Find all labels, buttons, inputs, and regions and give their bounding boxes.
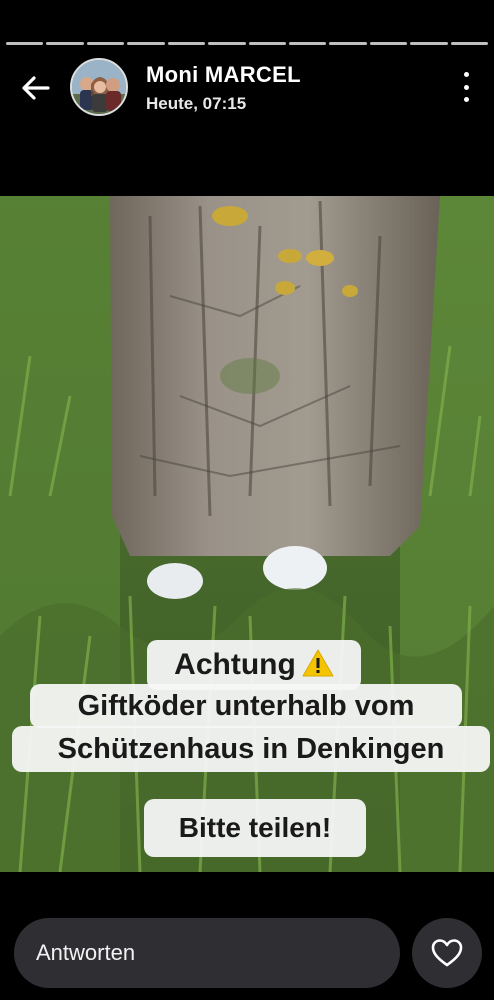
progress-segment bbox=[329, 42, 367, 45]
avatar[interactable] bbox=[70, 58, 128, 116]
more-options-button[interactable] bbox=[460, 72, 472, 102]
progress-segment bbox=[410, 42, 448, 45]
progress-segment bbox=[450, 42, 489, 45]
progress-segment bbox=[6, 42, 44, 45]
caption-line-2: Giftköder unterhalb vom bbox=[30, 684, 462, 728]
progress-segment bbox=[369, 42, 408, 45]
caption-line-3: Schützenhaus in Denkingen bbox=[12, 726, 490, 772]
reply-placeholder: Antworten bbox=[36, 940, 136, 965]
heart-icon bbox=[431, 939, 463, 967]
like-button[interactable] bbox=[412, 918, 482, 988]
progress-segment bbox=[167, 42, 206, 45]
progress-segment bbox=[46, 42, 84, 45]
warning-triangle-icon bbox=[302, 643, 334, 677]
progress-segment bbox=[208, 42, 246, 45]
caption-line-1: Achtung bbox=[147, 640, 361, 690]
story-timestamp: Heute, 07:15 bbox=[146, 94, 247, 113]
progress-segment bbox=[248, 42, 286, 45]
author-name[interactable]: Moni MARCEL bbox=[146, 62, 301, 88]
arrow-left-icon bbox=[22, 76, 50, 100]
back-button[interactable] bbox=[18, 70, 54, 106]
story-progress-bar bbox=[6, 42, 489, 45]
reply-input[interactable]: Antworten bbox=[14, 918, 400, 988]
progress-segment bbox=[288, 42, 327, 45]
more-vertical-icon bbox=[463, 72, 469, 77]
progress-segment bbox=[86, 42, 125, 45]
caption-line-4: Bitte teilen! bbox=[144, 799, 366, 857]
progress-segment bbox=[127, 42, 165, 45]
